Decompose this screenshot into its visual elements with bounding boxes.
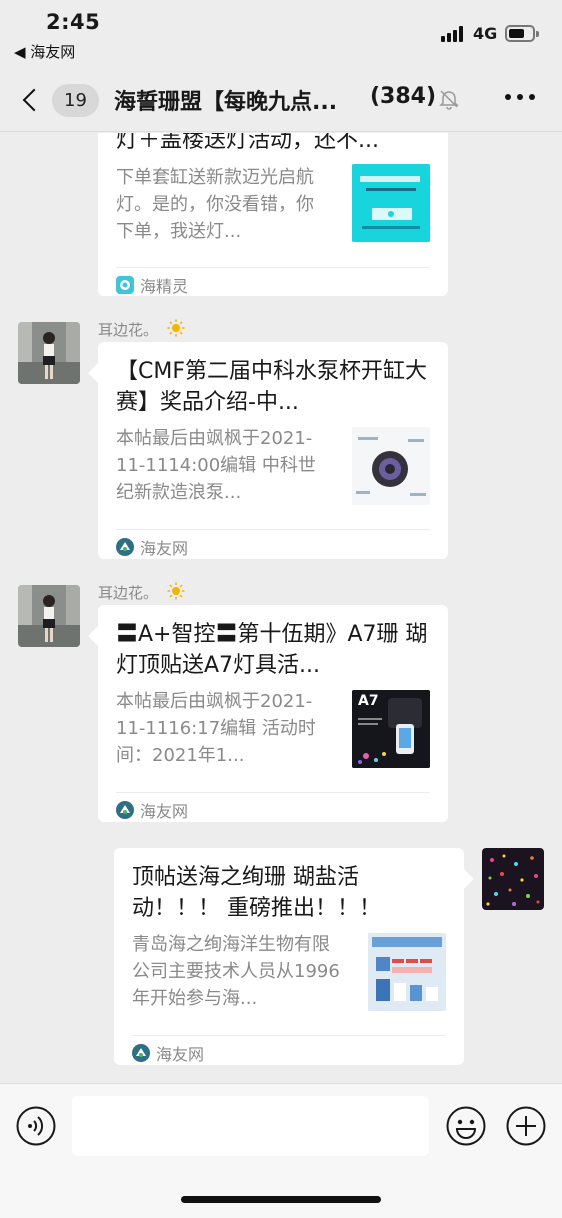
- emoji-icon[interactable]: [446, 1106, 486, 1146]
- haiyouwang-icon: [132, 1044, 150, 1062]
- card-source-label: 海精灵: [140, 277, 189, 296]
- card-description: 青岛海之绚海洋生物有限公司主要技术人员从1996年开始参与海...: [132, 934, 340, 1009]
- card-divider: [116, 267, 430, 268]
- haiyouwang-icon: [116, 538, 134, 556]
- haijingling-icon: [116, 276, 134, 294]
- more-icon: [505, 94, 511, 100]
- network-type: 4G: [473, 24, 498, 43]
- thumbnail-label: A7: [358, 693, 379, 709]
- link-card[interactable]: 〓A+智控〓第十伍期》A7珊 瑚灯顶贴送A7灯具活... 本帖最后由飒枫于202…: [88, 605, 448, 822]
- member-count: (384): [370, 84, 437, 109]
- back-button[interactable]: 19: [20, 80, 100, 120]
- card-description: 下单套缸送新款迈光启航灯。是的，你没看错，你下单，我送灯...: [116, 167, 314, 242]
- card-thumbnail: [352, 164, 430, 242]
- sun-icon: [167, 582, 185, 600]
- haiyouwang-icon: [116, 801, 134, 819]
- card-thumbnail: [352, 427, 430, 505]
- card-divider: [132, 1035, 446, 1036]
- card-thumbnail: A7: [352, 690, 430, 768]
- sender-name: 耳边花。: [98, 319, 185, 340]
- card-title: 【CMF第二届中科水泵杯开缸大赛】奖品介绍-中...: [116, 359, 427, 415]
- link-card[interactable]: 【CMF第二届中科水泵杯开缸大赛】奖品介绍-中... 本帖最后由飒枫于2021-…: [88, 342, 448, 559]
- battery-icon: [505, 25, 539, 42]
- card-title: 顶帖送海之绚珊 瑚盐活动！！！ 重磅推出！！！: [132, 865, 381, 921]
- card-divider: [116, 529, 430, 530]
- back-to-app-link[interactable]: ◀ 海友网: [14, 41, 75, 62]
- chat-title[interactable]: 海誓珊盟【每晚九点...: [114, 84, 364, 116]
- sun-icon: [167, 319, 185, 337]
- status-bar: 2:45 ◀ 海友网 4G: [0, 0, 562, 64]
- plus-icon[interactable]: [506, 1106, 546, 1146]
- avatar[interactable]: [18, 322, 80, 384]
- unread-count-badge: 19: [52, 83, 99, 117]
- more-button[interactable]: [505, 94, 535, 104]
- nav-bar: 19 海誓珊盟【每晚九点... (384): [0, 64, 562, 132]
- home-indicator[interactable]: [181, 1196, 381, 1203]
- card-title: 灯＋盖楼送灯活动，还不...: [116, 133, 379, 153]
- signal-icon: [441, 26, 467, 42]
- voice-icon[interactable]: [16, 1106, 56, 1146]
- mute-bell-icon: [439, 90, 459, 110]
- card-description: 本帖最后由飒枫于2021-11-1116:17编辑 活动时间：2021年1...: [116, 691, 316, 766]
- card-source: 海友网: [116, 535, 188, 559]
- card-source: 海精灵: [116, 273, 188, 297]
- avatar[interactable]: [18, 585, 80, 647]
- card-thumbnail: [368, 933, 446, 1011]
- card-source: 海友网: [116, 798, 188, 822]
- link-card[interactable]: 灯＋盖楼送灯活动，还不... 下单套缸送新款迈光启航灯。是的，你没看错，你下单，…: [98, 133, 448, 296]
- link-card[interactable]: 顶帖送海之绚珊 瑚盐活动！！！ 重磅推出！！！ 青岛海之绚海洋生物有限公司主要技…: [114, 848, 474, 1065]
- message-input[interactable]: [72, 1096, 429, 1156]
- card-source-label: 海友网: [140, 802, 189, 821]
- card-description: 本帖最后由飒枫于2021-11-1114:00编辑 中科世纪新款造浪泵...: [116, 428, 316, 503]
- card-source-label: 海友网: [140, 539, 189, 558]
- card-source: 海友网: [132, 1041, 204, 1065]
- sender-name: 耳边花。: [98, 582, 185, 603]
- status-time: 2:45: [46, 10, 101, 34]
- chat-area[interactable]: 灯＋盖楼送灯活动，还不... 下单套缸送新款迈光启航灯。是的，你没看错，你下单，…: [0, 133, 562, 1083]
- back-chevron-icon: [22, 88, 46, 112]
- card-source-label: 海友网: [156, 1045, 205, 1064]
- card-divider: [116, 792, 430, 793]
- own-avatar[interactable]: [482, 848, 544, 910]
- card-title: 〓A+智控〓第十伍期》A7珊 瑚灯顶贴送A7灯具活...: [116, 622, 428, 678]
